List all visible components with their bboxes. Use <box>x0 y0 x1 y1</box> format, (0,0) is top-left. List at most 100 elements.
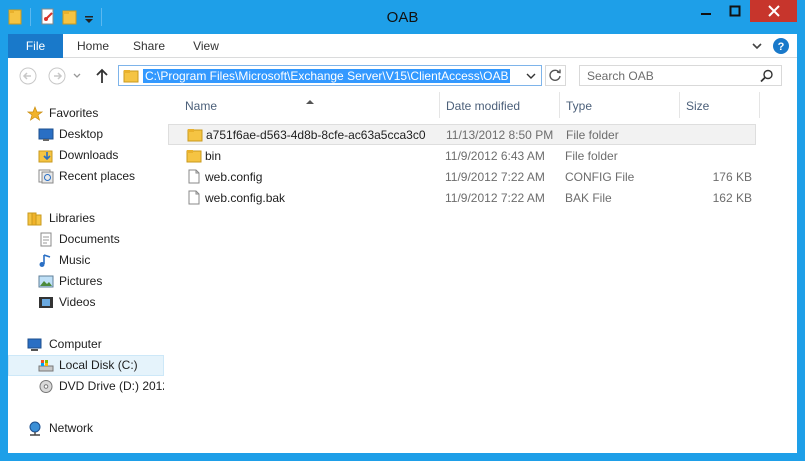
dvd-drive-icon <box>38 379 54 394</box>
file-row[interactable]: bin 11/9/2012 6:43 AM File folder <box>168 146 756 167</box>
nav-videos[interactable]: Videos <box>8 292 164 313</box>
nav-music[interactable]: Music <box>8 250 164 271</box>
nav-label: Libraries <box>49 211 96 225</box>
search-placeholder: Search OAB <box>587 69 654 83</box>
nav-local-disk[interactable]: Local Disk (C:) <box>8 355 164 376</box>
ribbon-tabs: File Home Share View ? <box>8 34 797 58</box>
pictures-icon <box>38 274 54 289</box>
tab-view[interactable]: View <box>183 34 229 58</box>
column-size[interactable]: Size <box>680 92 760 118</box>
nav-label: Favorites <box>49 106 99 120</box>
column-name[interactable]: Name <box>179 92 440 118</box>
file-date: 11/9/2012 6:43 AM <box>445 149 545 163</box>
libraries-icon <box>27 211 43 226</box>
nav-label: Documents <box>59 232 120 246</box>
file-size: 176 KB <box>712 170 752 184</box>
file-type: BAK File <box>565 191 612 205</box>
nav-recent-places[interactable]: Recent places <box>8 166 164 187</box>
expand-ribbon-button[interactable] <box>750 39 764 53</box>
nav-dvd-drive[interactable]: DVD Drive (D:) 20121 <box>8 376 176 397</box>
nav-computer[interactable]: Computer <box>8 334 164 355</box>
nav-label: Recent places <box>59 169 136 183</box>
recent-places-icon <box>38 169 54 184</box>
forward-button[interactable] <box>48 67 66 85</box>
refresh-button[interactable] <box>545 65 566 86</box>
recent-locations-button[interactable] <box>72 70 82 82</box>
documents-icon <box>38 232 54 247</box>
nav-label: Computer <box>49 337 102 351</box>
file-row[interactable]: web.config.bak 11/9/2012 7:22 AM BAK Fil… <box>168 188 756 209</box>
nav-pictures[interactable]: Pictures <box>8 271 164 292</box>
tab-home[interactable]: Home <box>70 34 116 58</box>
nav-label: Local Disk (C:) <box>59 358 138 372</box>
address-dropdown[interactable] <box>525 70 537 82</box>
file-name: a751f6ae-d563-4d8b-8cfe-ac63a5cca3c0 <box>206 128 426 142</box>
file-date: 11/13/2012 8:50 PM <box>446 128 554 142</box>
network-icon <box>27 421 43 436</box>
nav-libraries[interactable]: Libraries <box>8 208 164 229</box>
minimize-button[interactable] <box>692 0 720 22</box>
column-date-modified[interactable]: Date modified <box>440 92 560 118</box>
maximize-icon <box>729 5 741 17</box>
file-name: web.config.bak <box>205 191 286 205</box>
file-icon <box>186 169 202 184</box>
file-type: File folder <box>565 149 618 163</box>
nav-label: Network <box>49 421 94 435</box>
file-name: web.config <box>205 170 263 184</box>
nav-downloads[interactable]: Downloads <box>8 145 164 166</box>
back-button[interactable] <box>19 67 37 85</box>
column-header-row: Name Date modified Type Size <box>164 92 764 118</box>
nav-label: Videos <box>59 295 96 309</box>
nav-label: Pictures <box>59 274 103 288</box>
nav-network[interactable]: Network <box>8 418 164 439</box>
nav-label: Music <box>59 253 91 267</box>
address-path[interactable]: C:\Program Files\Microsoft\Exchange Serv… <box>143 69 511 83</box>
up-button[interactable] <box>94 67 110 85</box>
address-toolbar: C:\Program Files\Microsoft\Exchange Serv… <box>8 58 797 92</box>
desktop-icon <box>38 127 54 142</box>
folder-icon <box>123 68 139 83</box>
file-date: 11/9/2012 7:22 AM <box>445 170 545 184</box>
nav-label: DVD Drive (D:) 20121 <box>59 379 176 393</box>
navigation-pane: Favorites Desktop Downloads Recent place… <box>8 92 176 453</box>
close-icon <box>767 5 780 17</box>
folder-icon <box>187 127 203 142</box>
file-list: Name Date modified Type Size a751f6ae-d5… <box>164 92 797 453</box>
file-name: bin <box>205 149 222 163</box>
close-button[interactable] <box>750 0 797 22</box>
tab-share[interactable]: Share <box>126 34 172 58</box>
search-box[interactable]: Search OAB <box>579 65 782 86</box>
help-icon: ? <box>778 41 785 53</box>
file-type: File folder <box>566 128 619 142</box>
tab-file[interactable]: File <box>8 34 63 58</box>
star-icon <box>26 106 44 121</box>
local-disk-icon <box>38 358 54 373</box>
music-icon <box>38 253 54 268</box>
maximize-button[interactable] <box>721 0 749 22</box>
forward-arrow-icon <box>48 67 66 85</box>
search-icon[interactable] <box>759 68 775 84</box>
videos-icon <box>38 295 54 310</box>
chevron-down-icon <box>526 73 536 79</box>
minimize-icon <box>701 13 711 15</box>
nav-desktop[interactable]: Desktop <box>8 124 164 145</box>
address-bar[interactable]: C:\Program Files\Microsoft\Exchange Serv… <box>118 65 542 86</box>
file-size: 162 KB <box>712 191 752 205</box>
downloads-icon <box>38 148 54 163</box>
up-arrow-icon <box>96 68 108 83</box>
column-type[interactable]: Type <box>560 92 680 118</box>
file-row[interactable]: web.config 11/9/2012 7:22 AM CONFIG File… <box>168 167 756 188</box>
nav-documents[interactable]: Documents <box>8 229 164 250</box>
folder-icon <box>186 148 202 163</box>
refresh-icon <box>549 69 561 81</box>
back-arrow-icon <box>19 67 37 85</box>
title-bar[interactable]: OAB <box>0 0 805 34</box>
vertical-scrollbar[interactable] <box>789 92 797 453</box>
nav-label: Downloads <box>59 148 119 162</box>
explorer-window: OAB File Home Share View ? C:\Program Fi… <box>0 0 805 461</box>
help-button[interactable]: ? <box>773 38 789 54</box>
svg-text:?: ? <box>778 41 785 53</box>
nav-favorites[interactable]: Favorites <box>8 103 164 124</box>
window-bottom-border <box>0 453 805 461</box>
file-row[interactable]: a751f6ae-d563-4d8b-8cfe-ac63a5cca3c0 11/… <box>168 124 756 145</box>
